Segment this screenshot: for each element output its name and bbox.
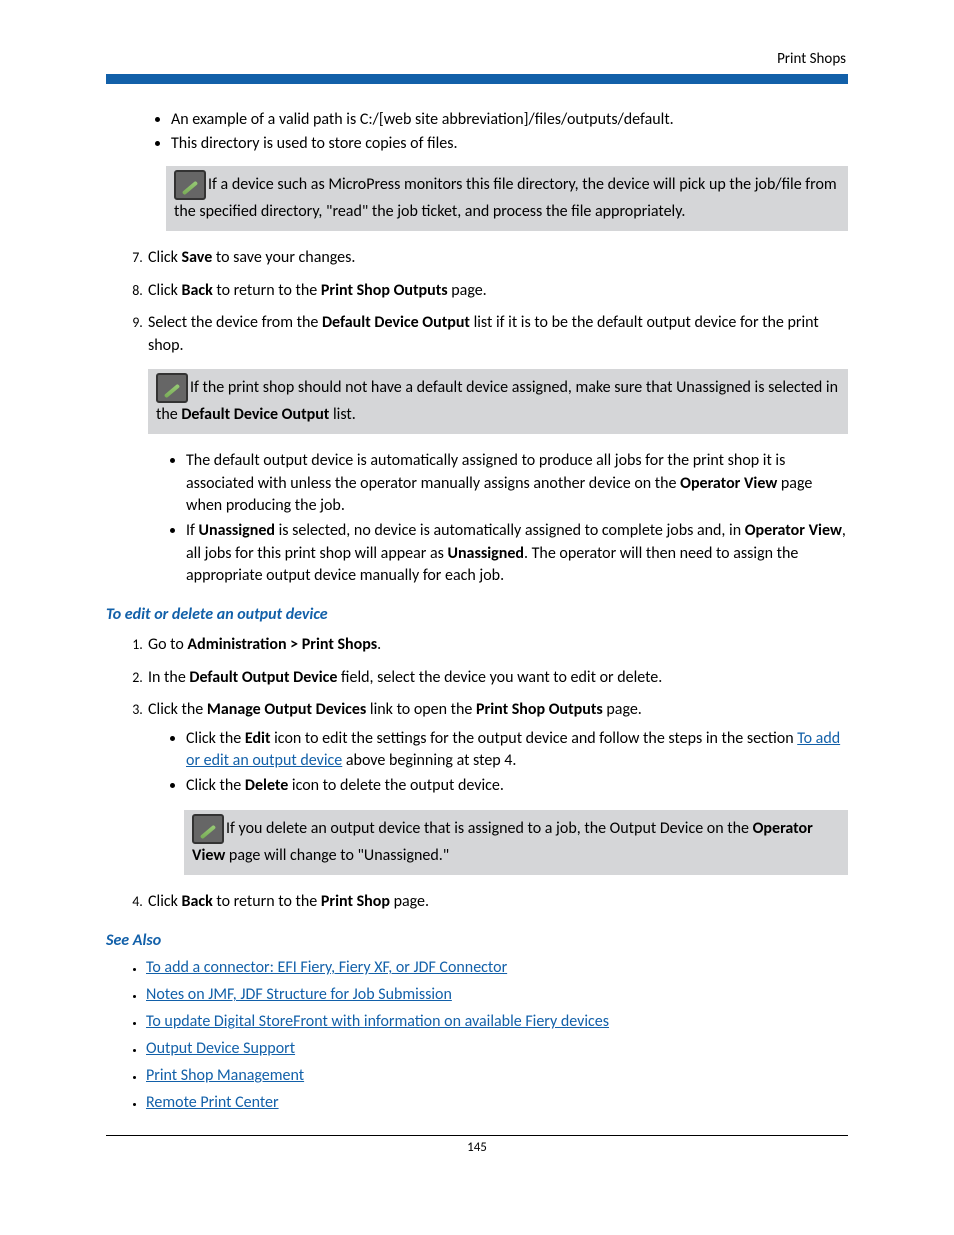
text: page. [603,700,642,719]
bold-text: Manage Output Devices [207,700,366,719]
list-item: Output Device Support [146,1039,848,1058]
bold-text: Back [182,281,213,300]
list-item: If Unassigned is selected, no device is … [186,520,848,587]
bold-text: Unassigned [199,521,275,540]
bold-text: Edit [245,729,271,748]
page: Print Shops An example of a valid path i… [0,0,954,1235]
text: icon to delete the output device. [288,776,504,795]
list-item: To update Digital StoreFront with inform… [146,1012,848,1031]
bold-text: Administration > Print Shops [187,635,377,654]
bold-text: Default Device Output [181,405,329,424]
bold-text: Default Output Device [189,668,337,687]
list-item: Click the Edit icon to edit the settings… [186,728,848,773]
list-item: To add a connector: EFI Fiery, Fiery XF,… [146,958,848,977]
steps-list: Click Save to save your changes. Click B… [106,247,848,587]
link-add-connector[interactable]: To add a connector: EFI Fiery, Fiery XF,… [146,958,507,977]
note-box: If the print shop should not have a defa… [148,369,848,434]
list-item: Print Shop Management [146,1066,848,1085]
step-item: In the Default Output Device field, sele… [146,667,848,689]
step-item: Click Save to save your changes. [146,247,848,269]
text: Click [148,248,182,267]
text: to save your changes. [212,248,355,267]
text: to return to the [213,281,321,300]
text: Go to [148,635,187,654]
text: Select the device from the [148,313,322,332]
text: Click the [186,729,245,748]
bold-text: Print Shop Outputs [321,281,448,300]
text: icon to edit the settings for the output… [271,729,798,748]
note-box: If a device such as MicroPress monitors … [166,166,848,231]
sub-bullets: Click the Edit icon to edit the settings… [148,728,848,798]
list-item: Click the Delete icon to delete the outp… [186,775,848,797]
text: . [377,635,381,654]
section-heading: To edit or delete an output device [106,605,848,624]
text: Click the [186,776,245,795]
bold-text: Save [182,248,213,267]
text: to return to the [213,892,321,911]
see-also-list: To add a connector: EFI Fiery, Fiery XF,… [106,958,848,1112]
step-item: Click Back to return to the Print Shop O… [146,280,848,302]
link-print-shop-management[interactable]: Print Shop Management [146,1066,304,1085]
list-item: The default output device is automatical… [186,450,848,517]
note-text: page will change to "Unassigned." [225,846,449,865]
text: Click [148,281,182,300]
header-rule [106,74,848,84]
steps-list: Go to Administration > Print Shops. In t… [106,634,848,913]
text: Click [148,892,182,911]
footer-rule [106,1135,848,1136]
step-item: Go to Administration > Print Shops. [146,634,848,656]
step-item: Click Back to return to the Print Shop p… [146,891,848,913]
sub-bullets: The default output device is automatical… [148,450,848,587]
text: link to open the [366,700,476,719]
text: above beginning at step 4. [342,751,516,770]
bold-text: Unassigned [448,544,524,563]
see-also-heading: See Also [106,931,848,950]
bold-text: Default Device Output [322,313,470,332]
link-output-device-support[interactable]: Output Device Support [146,1039,295,1058]
text: is selected, no device is automatically … [275,521,745,540]
bold-text: Delete [245,776,288,795]
step-item: Click the Manage Output Devices link to … [146,699,848,875]
page-number: 145 [106,1140,848,1155]
note-icon [192,814,224,844]
link-update-dsf-fiery[interactable]: To update Digital StoreFront with inform… [146,1012,609,1031]
bold-text: Operator View [745,521,842,540]
bold-text: Back [182,892,213,911]
text: page. [448,281,487,300]
footer: 145 [106,1135,848,1155]
text: In the [148,668,189,687]
header-section-title: Print Shops [106,50,848,68]
text: If [186,521,199,540]
bold-text: Print Shop Outputs [476,700,603,719]
note-icon [156,373,188,403]
intro-bullets: An example of a valid path is C:/[web si… [106,109,848,154]
list-item: Remote Print Center [146,1093,848,1112]
note-text: list. [329,405,355,424]
note-box: If you delete an output device that is a… [184,810,848,875]
list-item: Notes on JMF, JDF Structure for Job Subm… [146,985,848,1004]
text: Click the [148,700,207,719]
list-item: This directory is used to store copies o… [171,133,848,155]
link-remote-print-center[interactable]: Remote Print Center [146,1093,279,1112]
text: field, select the device you want to edi… [337,668,662,687]
bold-text: Operator View [680,474,777,493]
note-text: If you delete an output device that is a… [226,819,753,838]
bold-text: Print Shop [321,892,390,911]
note-text: If a device such as MicroPress monitors … [174,175,837,221]
link-jmf-jdf-notes[interactable]: Notes on JMF, JDF Structure for Job Subm… [146,985,452,1004]
text: page. [390,892,429,911]
note-icon [174,170,206,200]
step-item: Select the device from the Default Devic… [146,312,848,587]
list-item: An example of a valid path is C:/[web si… [171,109,848,131]
